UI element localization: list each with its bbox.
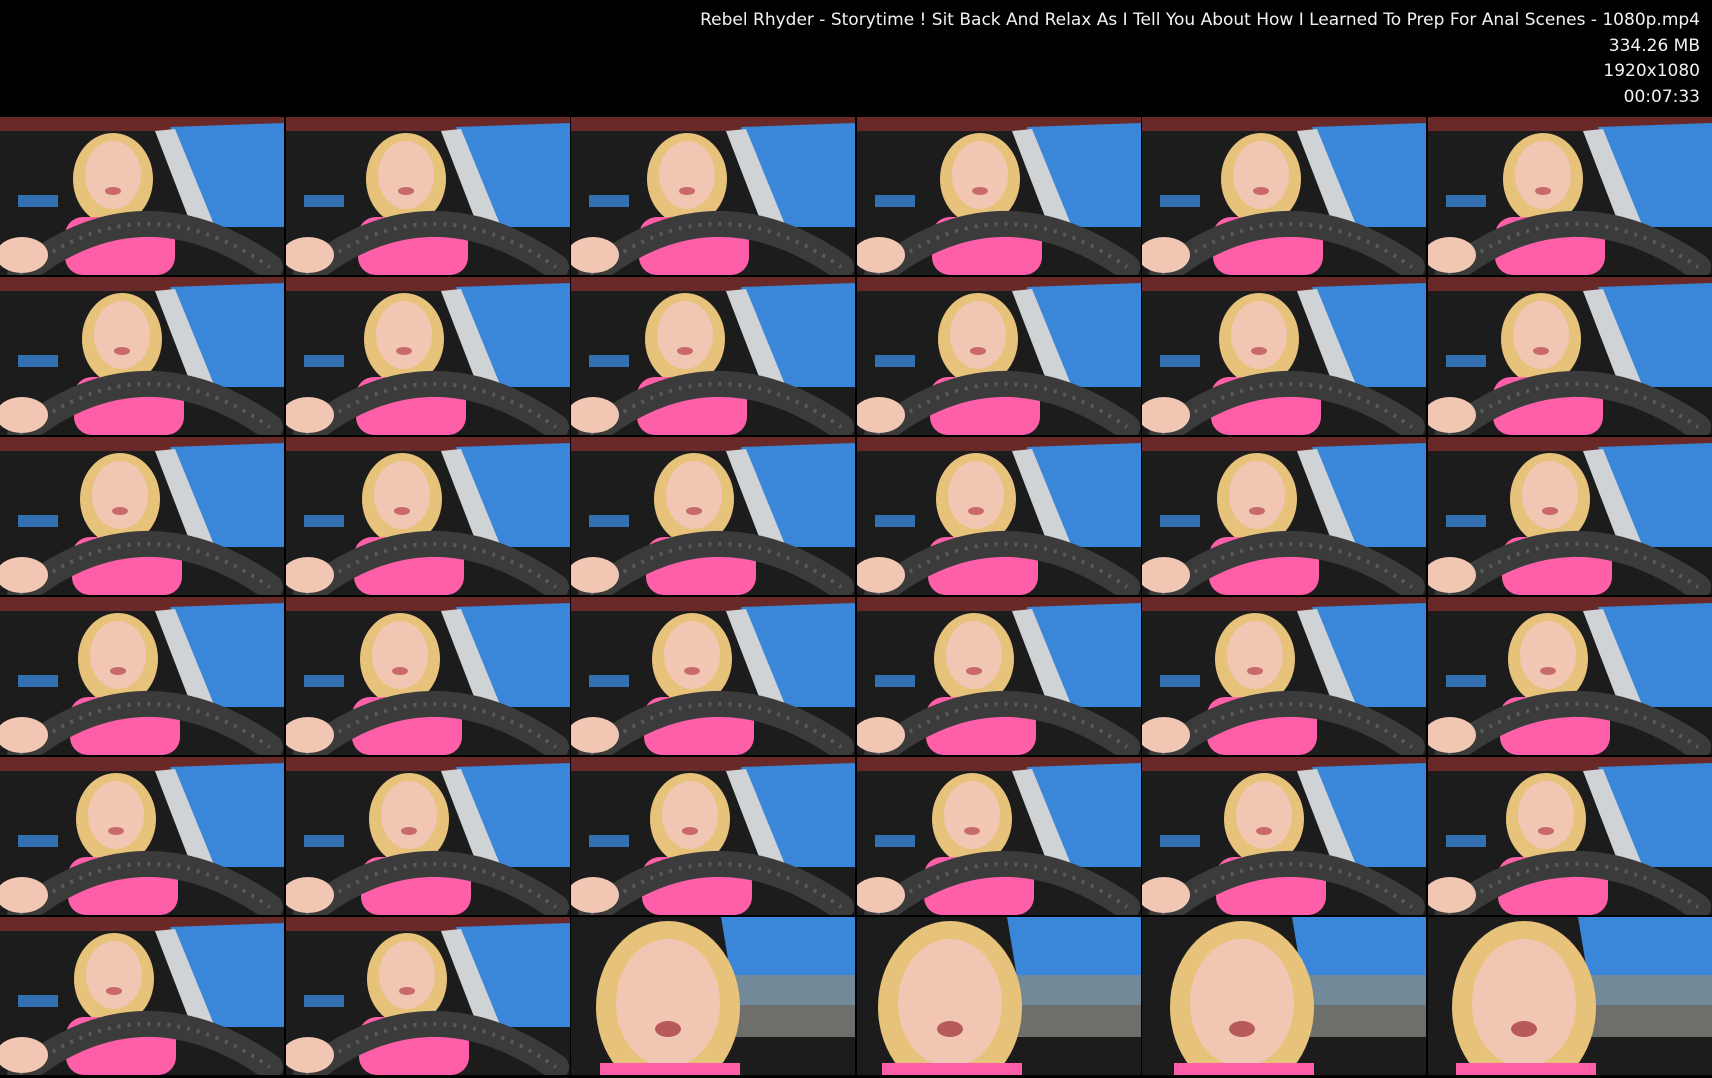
video-thumbnail <box>856 117 1141 275</box>
video-thumbnail <box>571 117 856 275</box>
video-thumbnail <box>285 597 570 755</box>
video-thumbnail <box>285 117 570 275</box>
file-name: Rebel Rhyder - Storytime ! Sit Back And … <box>700 10 1700 30</box>
video-thumbnail <box>856 437 1141 595</box>
video-thumbnail <box>1142 757 1427 915</box>
video-thumbnail <box>1142 597 1427 755</box>
video-thumbnail <box>856 597 1141 755</box>
video-thumbnail <box>856 277 1141 435</box>
video-thumbnail <box>1427 117 1712 275</box>
video-thumbnail <box>856 757 1141 915</box>
video-thumbnail <box>285 277 570 435</box>
video-thumbnail <box>285 757 570 915</box>
video-thumbnail <box>285 917 570 1075</box>
video-thumbnail <box>285 437 570 595</box>
video-resolution: 1920x1080 <box>1603 61 1700 81</box>
video-thumbnail <box>1427 597 1712 755</box>
thumbnail-grid <box>0 117 1712 1078</box>
video-thumbnail <box>0 917 284 1075</box>
video-thumbnail <box>0 757 284 915</box>
info-header: Rebel Rhyder - Storytime ! Sit Back And … <box>0 0 1712 118</box>
video-thumbnail <box>1142 117 1427 275</box>
video-thumbnail <box>571 757 856 915</box>
video-thumbnail <box>0 597 284 755</box>
file-metadata: Rebel Rhyder - Storytime ! Sit Back And … <box>700 8 1700 110</box>
video-thumbnail <box>1427 917 1712 1075</box>
video-thumbnail <box>856 917 1141 1075</box>
video-thumbnail <box>0 277 284 435</box>
video-thumbnail <box>1427 757 1712 915</box>
video-thumbnail <box>1142 917 1427 1075</box>
video-thumbnail <box>0 117 284 275</box>
video-thumbnail <box>0 437 284 595</box>
video-thumbnail <box>571 917 856 1075</box>
video-thumbnail <box>571 437 856 595</box>
video-duration: 00:07:33 <box>1623 86 1700 107</box>
video-thumbnail <box>1142 437 1427 595</box>
video-thumbnail <box>1427 277 1712 435</box>
file-size: 334.26 MB <box>1608 35 1700 56</box>
video-thumbnail <box>1427 437 1712 595</box>
video-thumbnail <box>571 597 856 755</box>
video-thumbnail <box>1142 277 1427 435</box>
video-thumbnail <box>571 277 856 435</box>
